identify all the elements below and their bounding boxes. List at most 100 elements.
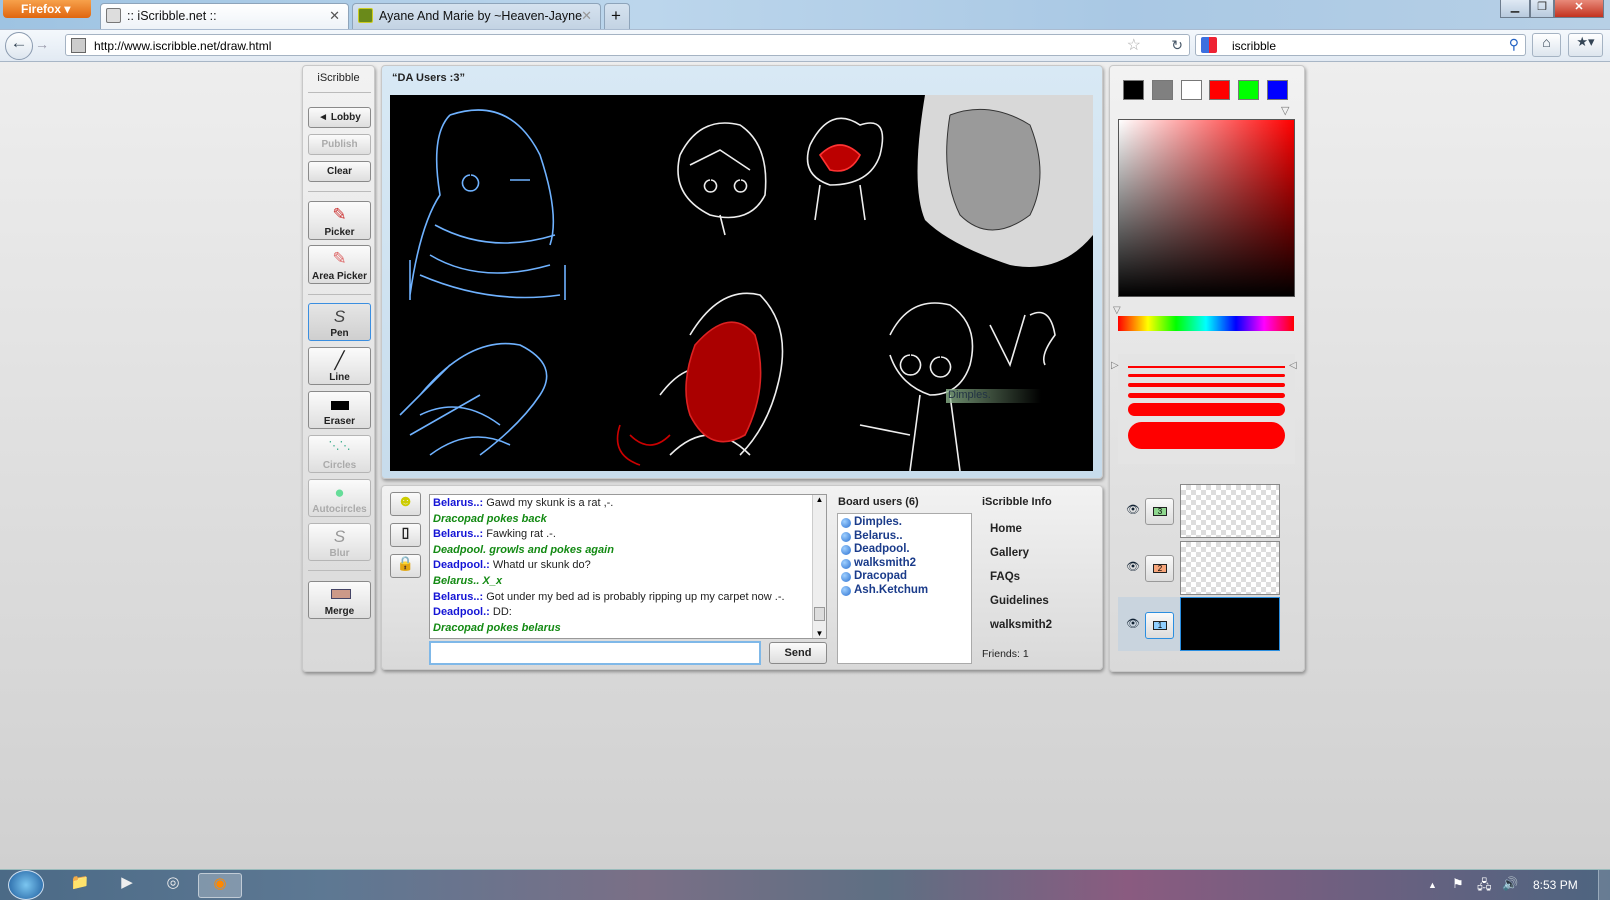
lobby-button[interactable]: ◄ Lobby: [308, 107, 371, 128]
layer-2-thumbnail[interactable]: [1180, 541, 1280, 595]
chat-username[interactable]: Belarus..:: [433, 528, 483, 540]
lock-chat-button[interactable]: 🔒: [390, 554, 421, 578]
chat-input[interactable]: [429, 641, 761, 665]
board-user[interactable]: Belarus..: [838, 530, 971, 544]
layer-2-button[interactable]: 2: [1145, 555, 1174, 582]
chat-message: Deadpool.: Whatd ur skunk do?: [433, 559, 826, 575]
layer-1-visibility-icon[interactable]: 👁: [1126, 617, 1140, 630]
media-player-icon[interactable]: ▶: [107, 873, 147, 898]
start-button[interactable]: [8, 870, 44, 900]
publish-button[interactable]: Publish: [308, 134, 371, 155]
picker-tool[interactable]: ✎ Picker: [308, 201, 371, 240]
tab-iscribble[interactable]: :: iScribble.net :: ✕: [100, 3, 349, 29]
bookmarks-icon[interactable]: ★▾: [1568, 33, 1603, 57]
network-icon[interactable]: 🖧: [1477, 876, 1492, 898]
scroll-up-icon[interactable]: ▲: [813, 495, 826, 504]
volume-icon[interactable]: 🔊: [1502, 876, 1518, 892]
reload-icon[interactable]: ↻: [1171, 37, 1183, 54]
star-icon[interactable]: ☆: [1127, 35, 1141, 55]
chat-message: Belarus.. X_x: [433, 575, 826, 591]
clock[interactable]: 8:53 PM: [1533, 878, 1578, 892]
chat-message: Deadpool. growls and pokes again: [433, 544, 826, 560]
show-desktop-button[interactable]: [1598, 870, 1610, 900]
minimize-button[interactable]: ▁: [1500, 0, 1530, 18]
chat-username[interactable]: Belarus..:: [433, 497, 483, 509]
hue-slider[interactable]: [1118, 316, 1294, 331]
firefox-menu-button[interactable]: Firefox ▾: [3, 0, 91, 18]
send-button[interactable]: Send: [769, 642, 827, 664]
autocircles-tool[interactable]: ● Autocircles: [308, 479, 371, 517]
url-field[interactable]: http://www.iscribble.net/draw.html ☆ ↻: [65, 34, 1190, 56]
search-icon[interactable]: ⚲: [1509, 36, 1519, 53]
maximize-button[interactable]: ❐: [1530, 0, 1554, 18]
close-tab-icon[interactable]: ✕: [581, 8, 592, 24]
close-window-button[interactable]: ✕: [1554, 0, 1604, 18]
circles-tool[interactable]: ⋱⋱ Circles: [308, 435, 371, 473]
merge-button[interactable]: Merge: [308, 581, 371, 619]
layer-1-button[interactable]: 1: [1145, 612, 1174, 639]
board-user[interactable]: Dracopad: [838, 570, 971, 584]
board-user[interactable]: Dimples.: [838, 516, 971, 530]
forward-icon[interactable]: →: [35, 36, 49, 52]
info-link-gallery[interactable]: Gallery: [990, 547, 1029, 559]
drawing-canvas[interactable]: Dimples.: [390, 95, 1093, 471]
scroll-down-icon[interactable]: ▼: [813, 629, 826, 638]
app-title: iScribble: [317, 72, 360, 84]
color-swatch[interactable]: [1209, 80, 1231, 100]
hue-marker-icon[interactable]: ▽: [1113, 305, 1121, 316]
back-icon[interactable]: ←: [5, 32, 33, 60]
color-swatch[interactable]: [1238, 80, 1260, 100]
paint-icon[interactable]: ◎: [153, 873, 193, 898]
layer-2-visibility-icon[interactable]: 👁: [1126, 560, 1140, 573]
pen-tool[interactable]: S Pen: [308, 303, 371, 341]
chat-message: Belarus..: Fawking rat .-.: [433, 528, 826, 544]
search-field[interactable]: iscribble ⚲: [1195, 34, 1526, 56]
layer-3-thumbnail[interactable]: [1180, 484, 1280, 538]
chat-scrollbar[interactable]: ▲ ▼: [812, 495, 826, 638]
scroll-thumb[interactable]: [814, 607, 825, 621]
info-link-faqs[interactable]: FAQs: [990, 571, 1020, 583]
chat-username[interactable]: Deadpool.:: [433, 559, 490, 571]
brush-size-selector[interactable]: [1118, 354, 1295, 464]
layer-3-button[interactable]: 3: [1145, 498, 1174, 525]
board-user[interactable]: Deadpool.: [838, 543, 971, 557]
color-swatch[interactable]: [1123, 80, 1144, 100]
home-icon[interactable]: ⌂: [1532, 33, 1561, 57]
layer-3-visibility-icon[interactable]: 👁: [1126, 503, 1140, 516]
chat-username[interactable]: Deadpool.:: [433, 606, 490, 618]
clear-button[interactable]: Clear: [308, 161, 371, 182]
chat-text: Deadpool. growls and pokes again: [433, 543, 614, 556]
chat-username[interactable]: Belarus..:: [433, 591, 483, 603]
line-tool[interactable]: ╱ Line: [308, 347, 371, 385]
toggle-panel-button[interactable]: ▯: [390, 523, 421, 547]
eraser-tool[interactable]: Eraser: [308, 391, 371, 429]
chat-text: Dracopad pokes belarus: [433, 621, 561, 634]
color-swatch[interactable]: [1267, 80, 1288, 100]
saturation-value-picker[interactable]: [1118, 119, 1295, 297]
color-swatch[interactable]: [1180, 80, 1202, 100]
chat-message: Belarus..: Got under my bed ad is probab…: [433, 591, 826, 607]
show-hidden-icons[interactable]: ▲: [1428, 880, 1437, 890]
size-marker-left-icon[interactable]: ▷: [1111, 360, 1119, 371]
chat-message: Deadpool.: DD:: [433, 606, 826, 622]
info-link-profile[interactable]: walksmith2: [990, 619, 1052, 631]
info-link-home[interactable]: Home: [990, 523, 1022, 535]
color-swatch[interactable]: [1151, 80, 1173, 100]
info-link-guidelines[interactable]: Guidelines: [990, 595, 1049, 607]
board-user[interactable]: walksmith2: [838, 557, 971, 571]
blur-tool[interactable]: S Blur: [308, 523, 371, 561]
explorer-icon[interactable]: 📁: [60, 873, 100, 898]
firefox-taskbar-icon[interactable]: ◉: [198, 873, 242, 898]
color-marker-icon[interactable]: ▽: [1281, 104, 1289, 117]
tab-ayane[interactable]: Ayane And Marie by ~Heaven-Jayne ✕: [352, 3, 601, 29]
size-marker-right-icon[interactable]: ◁: [1289, 360, 1297, 371]
action-center-icon[interactable]: ⚑: [1452, 876, 1464, 892]
board-user[interactable]: Ash.Ketchum: [838, 584, 971, 598]
board-title: “DA Users :3”: [392, 72, 465, 84]
layer-1-thumbnail[interactable]: [1180, 597, 1280, 651]
close-tab-icon[interactable]: ✕: [329, 8, 340, 24]
area-picker-tool[interactable]: ✎ Area Picker: [308, 245, 371, 284]
away-status-button[interactable]: ☻: [390, 492, 421, 516]
new-tab-button[interactable]: +: [604, 3, 630, 29]
panel-icon: ▯: [401, 524, 410, 540]
